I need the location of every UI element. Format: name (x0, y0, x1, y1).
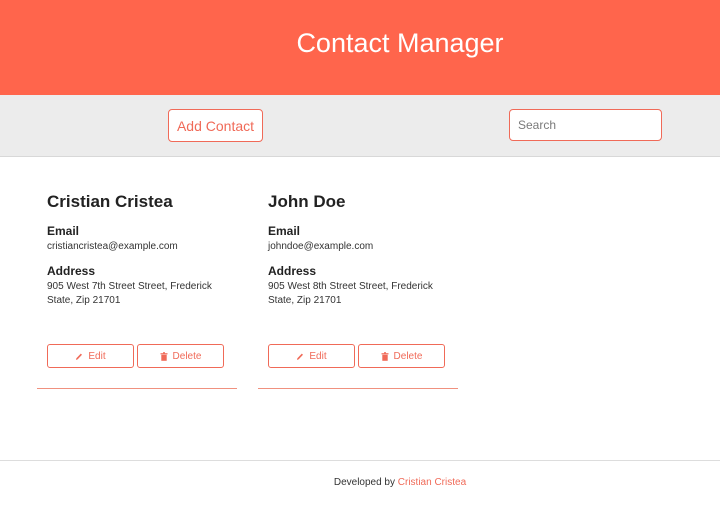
author-link[interactable]: Cristian Cristea (398, 477, 466, 488)
delete-button[interactable]: Delete (137, 344, 224, 368)
search-input[interactable] (509, 109, 662, 141)
contact-name: John Doe (268, 192, 346, 211)
trash-icon (381, 351, 389, 361)
email-value: cristiancristea@example.com (47, 241, 178, 252)
address-value: 905 West 7th Street Street, Frederick St… (47, 281, 212, 306)
pencil-icon (297, 353, 304, 360)
add-contact-button[interactable]: Add Contact (168, 109, 263, 142)
delete-label: Delete (393, 350, 423, 362)
trash-icon (160, 351, 168, 361)
card-divider (37, 388, 237, 389)
address-label: Address (47, 264, 96, 278)
edit-button[interactable]: Edit (47, 344, 134, 368)
toolbar: Add Contact (0, 95, 720, 157)
edit-button[interactable]: Edit (268, 344, 355, 368)
contact-name: Cristian Cristea (47, 192, 173, 211)
address-value: 905 West 8th Street Street, Frederick St… (268, 281, 433, 306)
email-label: Email (268, 224, 301, 238)
footer: Developed by Cristian Cristea (0, 460, 720, 520)
edit-label: Edit (309, 350, 327, 362)
email-value: johndoe@example.com (268, 241, 374, 252)
card-divider (258, 388, 458, 389)
email-label: Email (47, 224, 80, 238)
page-title: Contact Manager (296, 28, 504, 58)
footer-prefix: Developed by (333, 477, 395, 488)
edit-label: Edit (88, 350, 106, 362)
delete-label: Delete (172, 350, 202, 362)
app-header: Contact Manager (0, 0, 720, 95)
delete-button[interactable]: Delete (358, 344, 445, 368)
address-label: Address (268, 264, 317, 278)
pencil-icon (76, 353, 83, 360)
footer-credit: Developed by Cristian Cristea (0, 477, 720, 488)
